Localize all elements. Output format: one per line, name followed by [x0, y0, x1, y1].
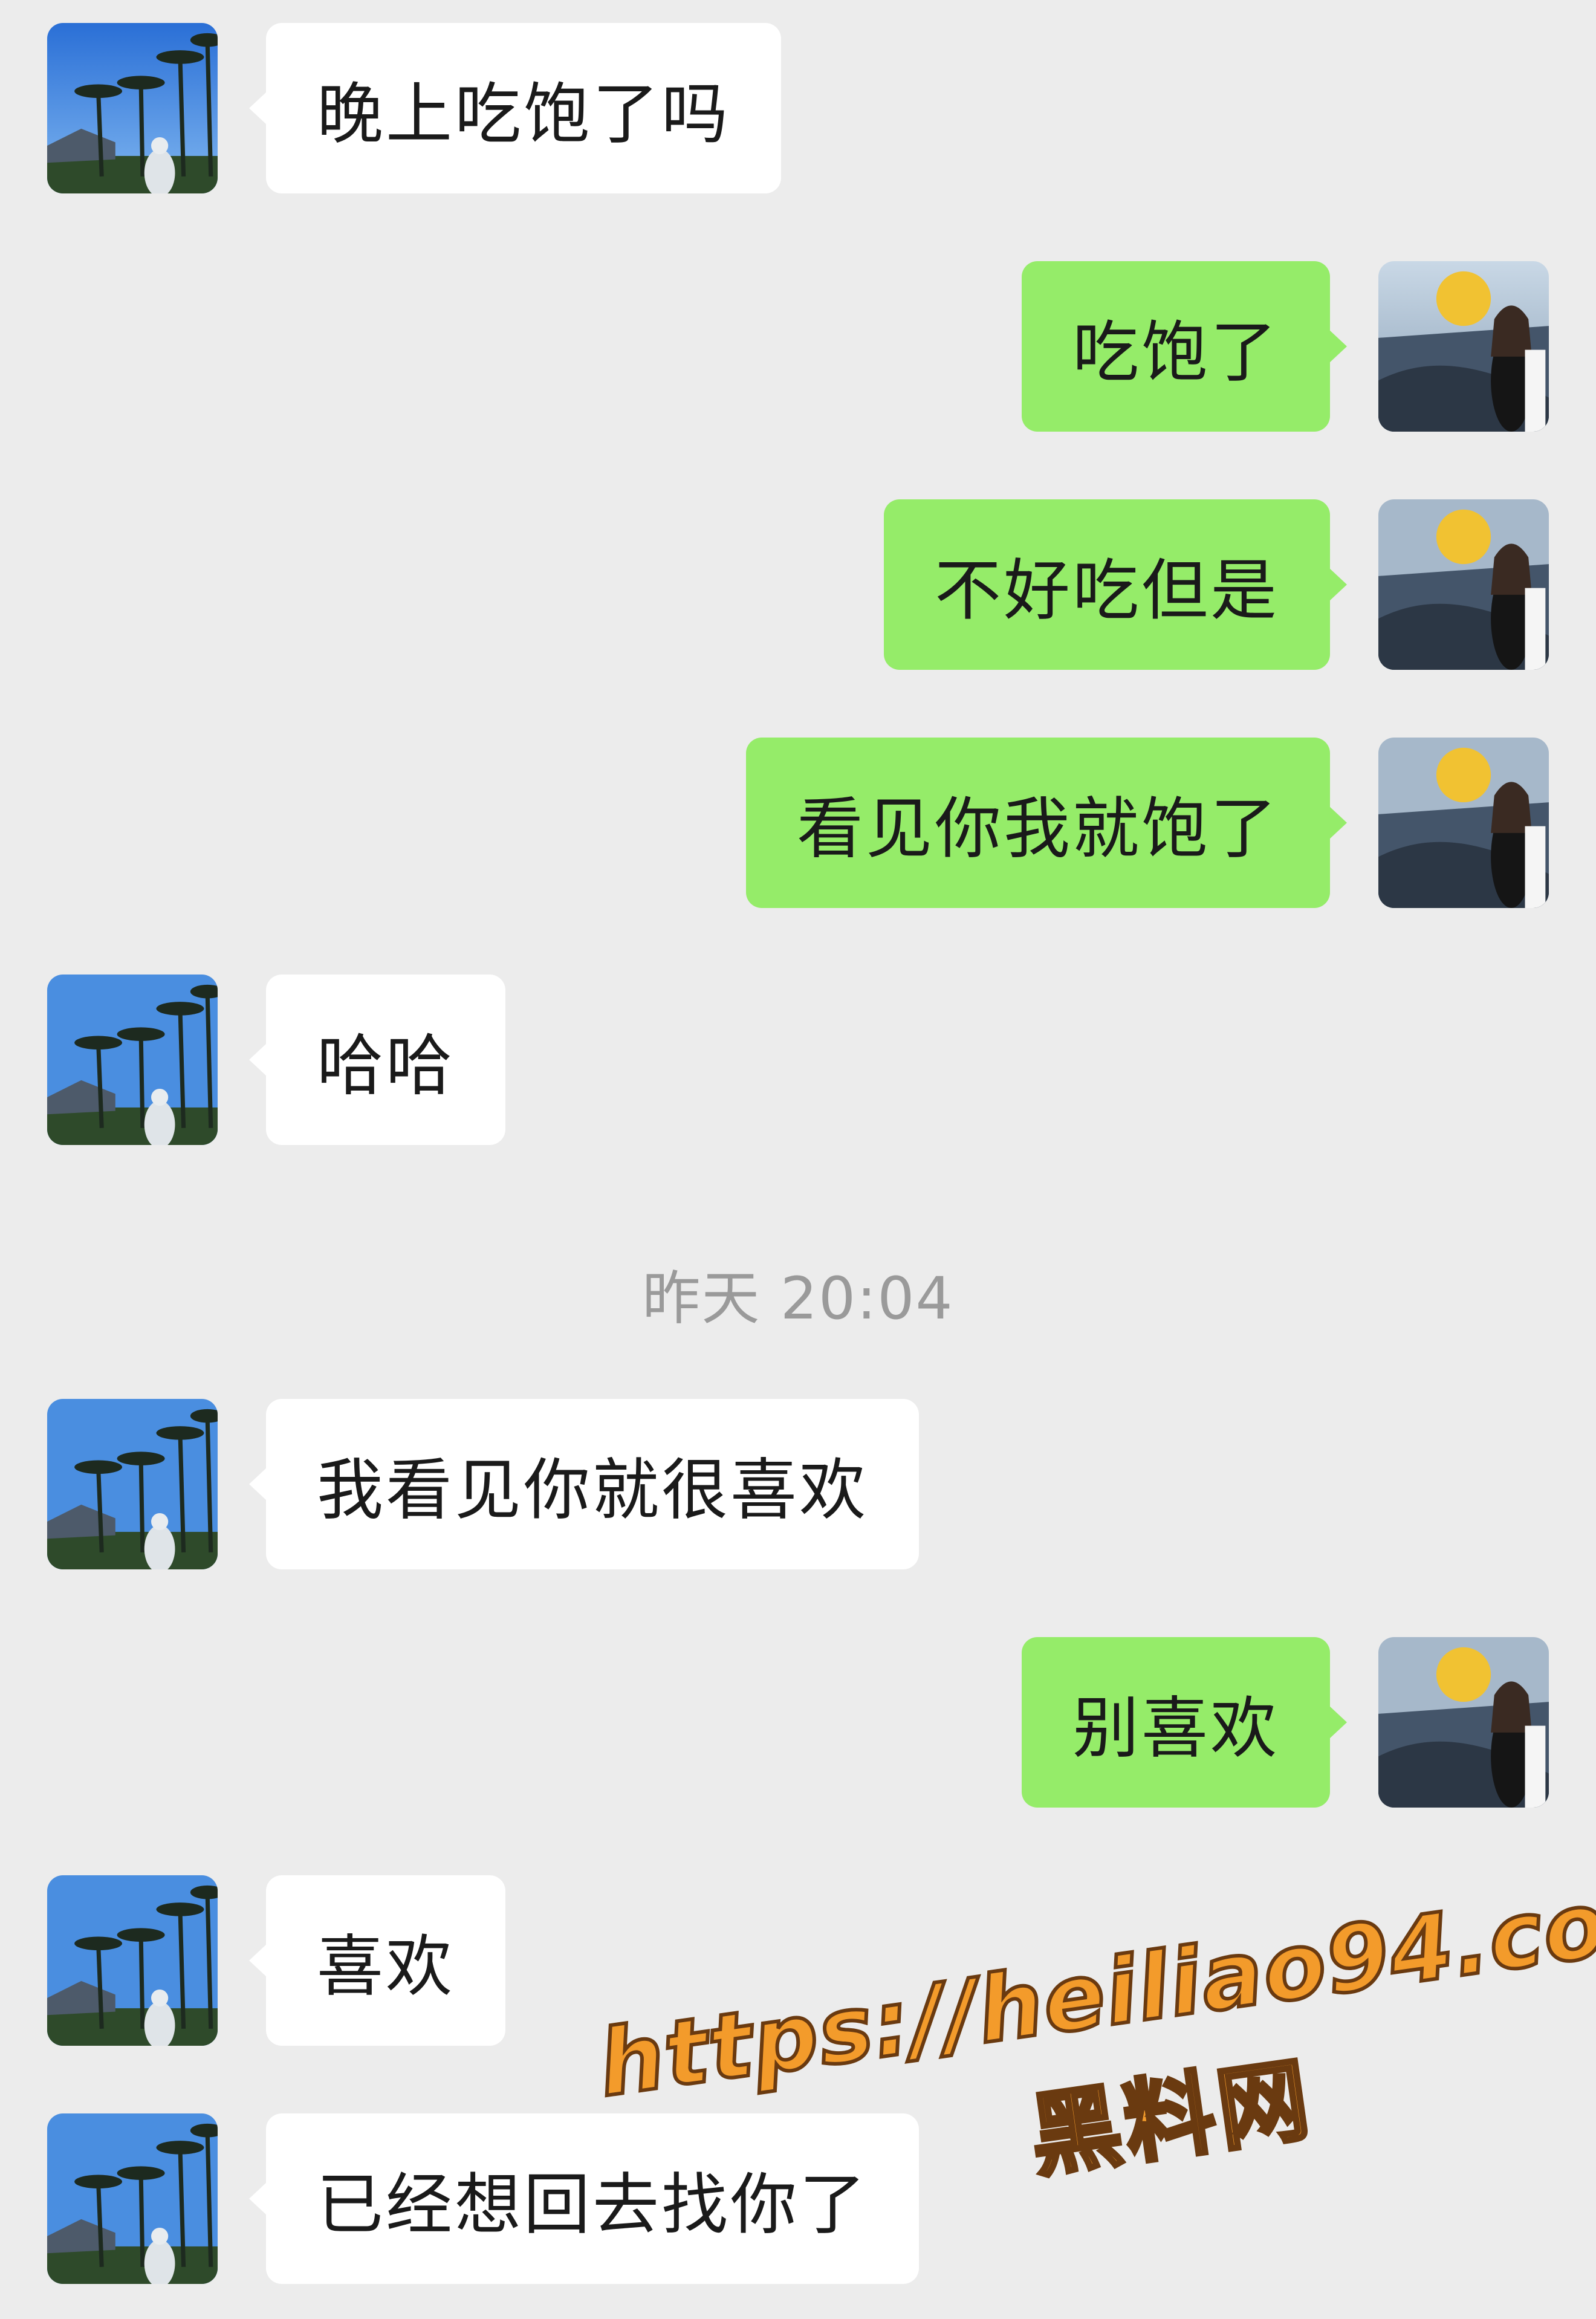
contact-avatar[interactable] [47, 1399, 218, 1569]
watermark-url: https://heiliao94.com [591, 1857, 1596, 2119]
message-text: 喜欢 [317, 1928, 455, 2005]
message-bubble-outgoing[interactable]: 看见你我就饱了 [746, 738, 1347, 908]
contact-avatar[interactable] [47, 975, 218, 1145]
message-text: 别喜欢 [1072, 1690, 1279, 1767]
palm-trees-avatar-icon [47, 23, 218, 193]
message-text: 不好吃但是 [935, 552, 1279, 629]
portrait-photo-avatar-icon [1378, 738, 1549, 908]
message-bubble-incoming[interactable]: 我看见你就很喜欢 [249, 1399, 919, 1569]
portrait-photo-avatar-icon [1378, 261, 1549, 432]
message-text: 晚上吃饱了吗 [317, 76, 730, 153]
self-avatar[interactable] [1378, 738, 1549, 908]
message-bubble-outgoing[interactable]: 别喜欢 [1022, 1637, 1347, 1808]
message-bubble-outgoing[interactable]: 吃饱了 [1022, 261, 1347, 432]
contact-avatar[interactable] [47, 1875, 218, 2046]
portrait-photo-avatar-icon [1378, 499, 1549, 670]
message-text: 哈哈 [317, 1027, 455, 1104]
portrait-photo-avatar-icon [1378, 1637, 1549, 1808]
contact-avatar[interactable] [47, 23, 218, 193]
contact-avatar[interactable] [47, 2113, 218, 2284]
message-text: 已经想回去找你了 [317, 2166, 868, 2243]
message-bubble-incoming[interactable]: 喜欢 [249, 1875, 505, 2046]
chat-timestamp: 昨天 20:04 [642, 1265, 954, 1332]
message-bubble-incoming[interactable]: 已经想回去找你了 [249, 2113, 919, 2284]
message-bubble-incoming[interactable]: 哈哈 [249, 975, 505, 1145]
palm-trees-avatar-icon [47, 1399, 218, 1569]
message-text: 我看见你就很喜欢 [317, 1451, 868, 1529]
message-text: 吃饱了 [1072, 314, 1279, 391]
watermark-site-name: 黑料网 [1022, 2045, 1321, 2192]
self-avatar[interactable] [1378, 499, 1549, 670]
palm-trees-avatar-icon [47, 975, 218, 1145]
palm-trees-avatar-icon [47, 2113, 218, 2284]
chat-area: 晚上吃饱了吗 吃饱了 不好吃但是 看见你我就饱了 哈哈 昨天 20:04 我看见… [0, 0, 1596, 2319]
self-avatar[interactable] [1378, 1637, 1549, 1808]
self-avatar[interactable] [1378, 261, 1549, 432]
message-bubble-outgoing[interactable]: 不好吃但是 [884, 499, 1347, 670]
palm-trees-avatar-icon [47, 1875, 218, 2046]
message-bubble-incoming[interactable]: 晚上吃饱了吗 [249, 23, 781, 193]
message-text: 看见你我就饱了 [797, 790, 1279, 868]
